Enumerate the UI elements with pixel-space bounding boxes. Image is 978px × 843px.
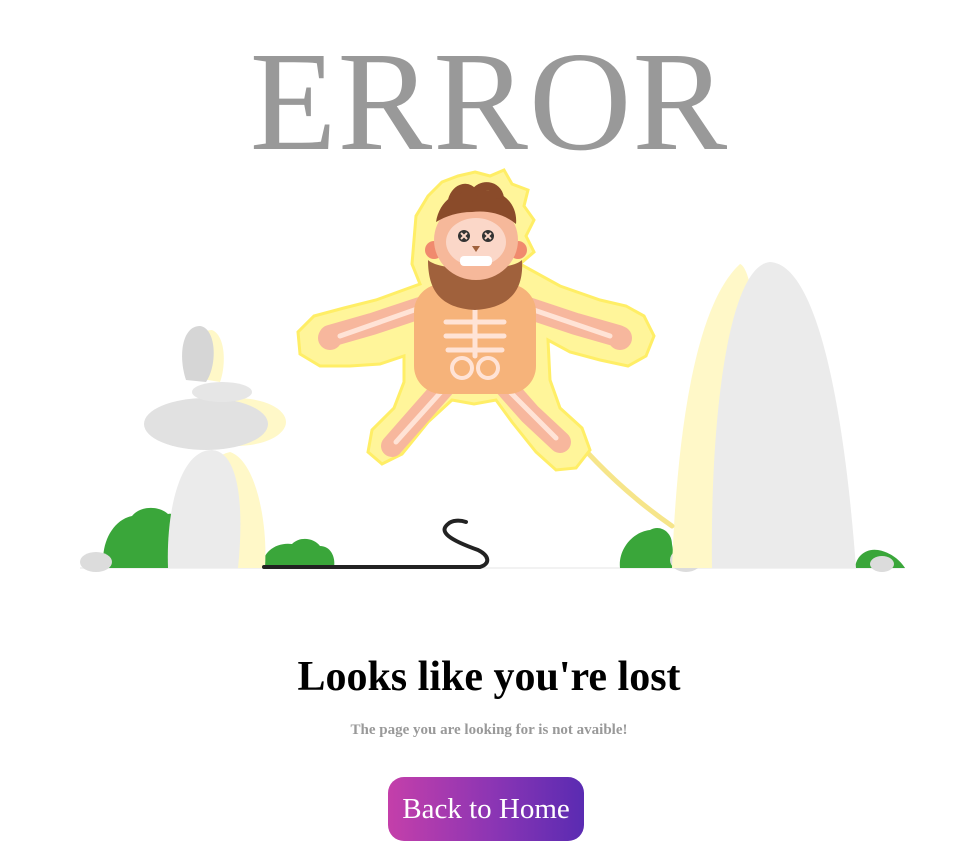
bush-right: [619, 527, 676, 568]
tall-rock: [672, 262, 856, 568]
lost-heading: Looks like you're lost: [297, 654, 681, 700]
pebble-left: [80, 552, 112, 572]
pebble-far-right: [870, 556, 894, 572]
electrocuted-caveman-illustration: [80, 168, 905, 572]
error-page: ERROR Looks like you're lost The page yo…: [0, 0, 978, 843]
error-title: ERROR: [249, 22, 729, 180]
back-to-home-button[interactable]: Back to Home: [388, 777, 584, 841]
lost-subtext: The page you are looking for is not avai…: [350, 722, 628, 738]
bush-middle: [262, 538, 335, 568]
